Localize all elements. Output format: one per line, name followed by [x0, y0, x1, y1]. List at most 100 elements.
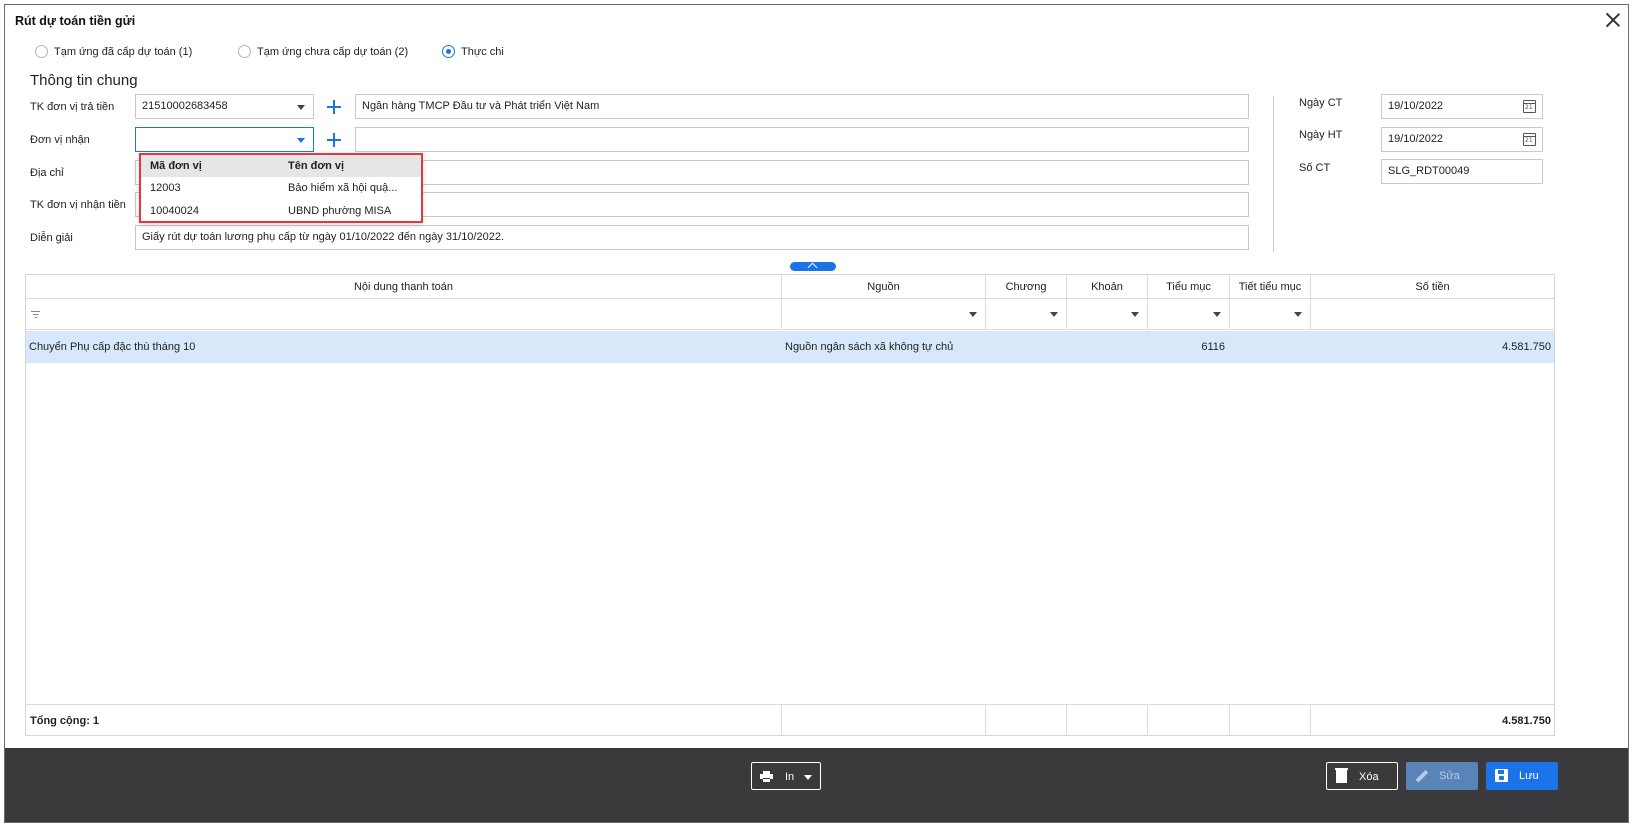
ngay-ht-value: 19/10/2022 [1388, 133, 1444, 145]
radio-button-checked[interactable] [442, 45, 455, 58]
ngay-ht-label: Ngày HT [1299, 129, 1343, 141]
radio-label: Tạm ứng đã cấp dự toán (1) [54, 45, 193, 58]
footer-cell [986, 705, 1067, 736]
dropdown-header: Mã đơn vị Tên đơn vị [141, 155, 421, 177]
chevron-down-icon[interactable] [969, 312, 977, 317]
option-code: 10040024 [150, 205, 199, 217]
filter-so-tien[interactable] [1311, 299, 1554, 330]
print-button[interactable]: In [751, 762, 821, 790]
chevron-down-icon[interactable] [804, 775, 812, 780]
save-icon [1495, 769, 1508, 782]
so-ct-field[interactable]: SLG_RDT00049 [1381, 159, 1543, 184]
so-ct-value: SLG_RDT00049 [1388, 165, 1470, 177]
footer-cell [1148, 705, 1230, 736]
column-header-noi-dung[interactable]: Nội dung thanh toán [26, 275, 782, 299]
option-name: UBND phường MISA [288, 205, 392, 217]
footer-count: Tổng cộng: 1 [26, 705, 782, 736]
tk-nhan-tien-label: TK đơn vị nhận tiền [30, 199, 126, 211]
radio-tam-ung-chua-cap[interactable]: Tạm ứng chưa cấp dự toán (2) [238, 45, 408, 58]
dien-giai-label: Diễn giải [30, 232, 73, 244]
column-header-tieu-muc[interactable]: Tiểu mục [1148, 275, 1230, 299]
dien-giai-value: Giấy rút dự toán lương phụ cấp từ ngày 0… [142, 231, 505, 243]
option-name: Bảo hiểm xã hội quậ... [288, 182, 398, 194]
don-vi-nhan-label: Đơn vị nhận [30, 134, 90, 146]
dropdown-header-name: Tên đơn vị [288, 160, 345, 172]
section-title: Thông tin chung [30, 72, 138, 89]
dien-giai-field[interactable]: Giấy rút dự toán lương phụ cấp từ ngày 0… [135, 225, 1249, 250]
column-header-chuong[interactable]: Chương [986, 275, 1067, 299]
print-label: In [785, 771, 795, 783]
column-header-tiet-tieu-muc[interactable]: Tiết tiểu mục [1230, 275, 1311, 299]
footer-cell [1067, 705, 1148, 736]
table-row[interactable]: Chuyển Phụ cấp đặc thù tháng 10 Nguồn ng… [26, 331, 1554, 363]
ngay-ct-field[interactable]: 19/10/2022 [1381, 94, 1543, 119]
cell-noi-dung[interactable]: Chuyển Phụ cấp đặc thù tháng 10 [29, 331, 769, 363]
edit-button[interactable]: Sửa [1406, 762, 1478, 790]
grid-footer: Tổng cộng: 1 4.581.750 [26, 704, 1554, 736]
cell-tiet-tieu-muc[interactable] [1230, 331, 1311, 363]
cell-khoan[interactable] [1067, 331, 1148, 363]
don-vi-nhan-name-field[interactable] [355, 127, 1249, 152]
chevron-down-icon[interactable] [1294, 312, 1302, 317]
so-ct-label: Số CT [1299, 162, 1331, 174]
add-recipient-icon[interactable] [326, 132, 342, 148]
dia-chi-label: Địa chỉ [30, 167, 64, 179]
filter-icon[interactable] [31, 311, 40, 319]
payment-grid: Nội dung thanh toán Nguồn Chương Khoản T… [25, 274, 1555, 736]
cell-so-tien[interactable]: 4.581.750 [1311, 331, 1551, 363]
collapse-toggle-button[interactable] [790, 262, 836, 271]
footer-total: 4.581.750 [1502, 715, 1551, 727]
ngay-ct-label: Ngày CT [1299, 97, 1343, 109]
radio-label: Thực chi [461, 45, 504, 58]
ngay-ht-field[interactable]: 19/10/2022 [1381, 127, 1543, 152]
calendar-icon[interactable] [1523, 133, 1536, 146]
chevron-down-icon[interactable] [297, 138, 305, 143]
radio-button[interactable] [35, 45, 48, 58]
filter-tieu-muc[interactable] [1148, 299, 1230, 330]
cell-chuong[interactable] [986, 331, 1067, 363]
edit-label: Sửa [1439, 770, 1460, 782]
trash-icon [1335, 768, 1348, 783]
column-header-khoan[interactable]: Khoản [1067, 275, 1148, 299]
printer-icon [760, 771, 773, 782]
chevron-down-icon[interactable] [297, 105, 305, 110]
cell-tieu-muc[interactable]: 6116 [1148, 331, 1225, 363]
bank-name-field[interactable]: Ngân hàng TMCP Đầu tư và Phát triển Việt… [355, 94, 1249, 119]
dropdown-option[interactable]: 12003 Bảo hiểm xã hội quậ... [141, 177, 421, 199]
don-vi-nhan-select[interactable] [135, 127, 314, 152]
radio-thuc-chi[interactable]: Thực chi [442, 45, 504, 58]
tk-tra-tien-select[interactable]: 21510002683458 [135, 94, 314, 119]
column-header-nguon[interactable]: Nguồn [782, 275, 986, 299]
filter-chuong[interactable] [986, 299, 1067, 330]
tk-tra-tien-value: 21510002683458 [142, 100, 228, 112]
column-header-so-tien[interactable]: Số tiền [1311, 275, 1554, 299]
filter-tiet-tieu-muc[interactable] [1230, 299, 1311, 330]
bottom-toolbar: In Xóa Sửa Lưu [5, 748, 1628, 822]
chevron-down-icon[interactable] [1213, 312, 1221, 317]
dialog-window: Rút dự toán tiền gửi Tạm ứng đã cấp dự t… [4, 4, 1629, 823]
option-code: 12003 [150, 182, 181, 194]
delete-label: Xóa [1359, 771, 1379, 783]
filter-nguon[interactable] [782, 299, 986, 330]
recipient-dropdown-popup: Mã đơn vị Tên đơn vị 12003 Bảo hiểm xã h… [139, 153, 423, 223]
add-account-icon[interactable] [326, 99, 342, 115]
calendar-icon[interactable] [1523, 100, 1536, 113]
footer-cell [782, 705, 986, 736]
radio-tam-ung-da-cap[interactable]: Tạm ứng đã cấp dự toán (1) [35, 45, 192, 58]
radio-button[interactable] [238, 45, 251, 58]
dialog-title: Rút dự toán tiền gửi [15, 14, 136, 28]
close-icon[interactable] [1604, 11, 1622, 29]
vertical-divider [1273, 96, 1274, 252]
footer-cell [1230, 705, 1311, 736]
delete-button[interactable]: Xóa [1326, 762, 1398, 790]
cell-nguon[interactable]: Nguồn ngân sách xã không tự chủ [785, 331, 985, 363]
chevron-down-icon[interactable] [1131, 312, 1139, 317]
save-button[interactable]: Lưu [1486, 762, 1558, 790]
save-label: Lưu [1519, 770, 1539, 782]
dropdown-option[interactable]: 10040024 UBND phường MISA [141, 200, 421, 222]
radio-label: Tạm ứng chưa cấp dự toán (2) [257, 45, 409, 58]
filter-khoan[interactable] [1067, 299, 1148, 330]
filter-noi-dung[interactable] [26, 299, 782, 330]
tk-tra-tien-label: TK đơn vị trả tiền [30, 101, 115, 113]
chevron-down-icon[interactable] [1050, 312, 1058, 317]
